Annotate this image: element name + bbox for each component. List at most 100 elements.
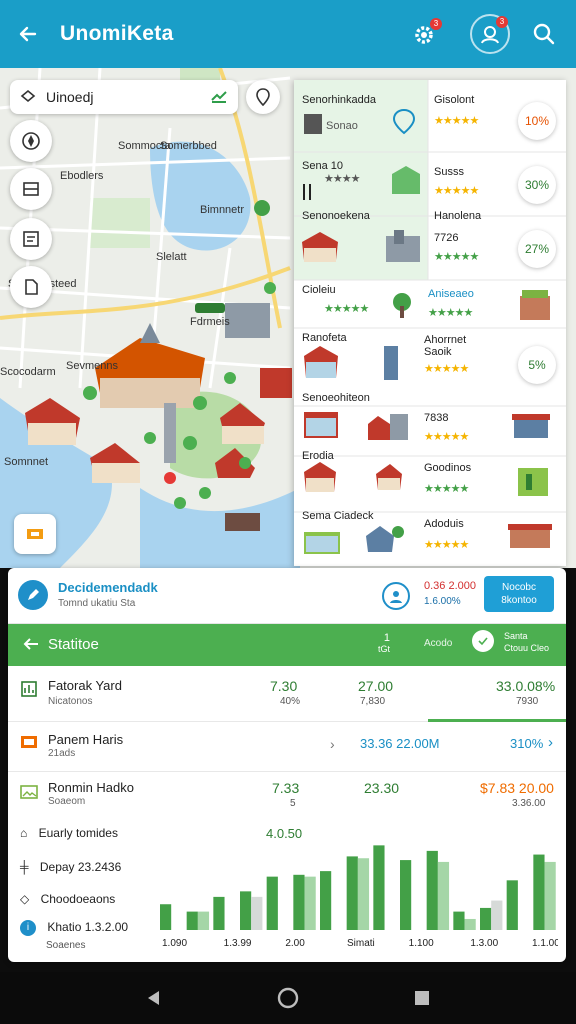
app-bar: UnomiKeta 3 3 — [0, 0, 576, 68]
chart-icon — [20, 680, 38, 698]
bar-chart: 1.090 1.3.99 2.00 Simati 1.100 1.3.00 1.1.00 — [160, 845, 558, 948]
statistics-header: Statitoe 1 tGt Acodo Santa Ctouu Cleo — [8, 624, 566, 666]
stat-row[interactable]: Fatorak Yard Nicatonos 7.30 40% 27.00 7,… — [8, 666, 566, 722]
discount-badge: 30% — [518, 166, 556, 204]
list-item-name: Adoduis — [424, 518, 464, 530]
bottom-item-sub: Soaenes — [46, 940, 86, 951]
stat-value: 23.30 — [364, 780, 400, 796]
list-item-name: 7726 — [434, 232, 459, 244]
map-pin-button[interactable] — [246, 80, 280, 114]
list-item[interactable]: Cioleiu ★★★★★ — [302, 284, 369, 315]
chart-bar — [533, 854, 545, 930]
card-action-line2: 8kontoo — [501, 595, 537, 606]
card-action-button[interactable]: Nocobc 8kontoo — [484, 576, 554, 612]
rating-stars: ★★★★★ — [428, 307, 473, 319]
list-item-name: Goodinos — [424, 462, 472, 474]
stat-value: 27.00 — [358, 678, 394, 694]
map-search-bar[interactable]: Uinoedj — [10, 80, 238, 114]
chart-bar — [373, 845, 385, 930]
stat-row-label: Panem Haris — [48, 732, 124, 747]
list-item-name: 7838 — [424, 412, 449, 424]
chart-bar — [453, 911, 465, 930]
chart-bar — [544, 861, 556, 930]
discount-badge: 10% — [518, 102, 556, 140]
rating-stars: ★★★★★ — [424, 431, 469, 443]
mid-line: tGt — [377, 644, 390, 654]
list-item[interactable]: 7838 ★★★★★ — [424, 412, 469, 443]
list-item[interactable]: Susss ★★★★★ — [434, 166, 479, 197]
bottom-item[interactable]: ⌂ Euarly tomides — [20, 826, 118, 840]
person-icon[interactable] — [382, 582, 410, 610]
info-icon: i — [20, 920, 36, 936]
map-label: Sevmenns — [66, 360, 118, 372]
stat-row[interactable]: Ronmin Hadko Soaeom 7.33 5 23.30 $7.83 2… — [8, 772, 566, 822]
back-arrow-icon[interactable] — [22, 636, 40, 657]
list-item-rating: Sonao — [326, 120, 358, 132]
list-item[interactable]: Senorhinkadda Sonao — [302, 94, 376, 132]
compass-icon[interactable] — [10, 120, 52, 162]
chart-bar — [197, 911, 210, 930]
card-action-line1: Nocobc — [502, 582, 536, 593]
statistics-mid-value: 1 tGt — [362, 632, 390, 654]
nav-home-icon[interactable] — [276, 986, 300, 1010]
list-item-name: Senoeohiteon — [302, 392, 370, 404]
bottom-item[interactable]: ◇ Choodoeaons — [20, 892, 115, 906]
bottom-item-label: Depay 23.2436 — [39, 860, 122, 874]
chart-bar — [240, 891, 252, 930]
list-item-sub: Saoik — [424, 346, 452, 358]
list-item[interactable]: Adoduis ★★★★★ — [424, 518, 469, 551]
list-item[interactable]: Goodinos ★★★★★ — [424, 462, 471, 495]
chart-tick-label: 1.3.99 — [224, 938, 252, 948]
statistics-right-info: Santa Ctouu Cleo — [504, 630, 549, 654]
trend-icon[interactable] — [210, 88, 228, 107]
bottom-item-label: Euarly tomides — [38, 826, 118, 840]
settings-gear-icon[interactable]: 3 — [410, 18, 442, 52]
list-item[interactable]: Aniseaeo ★★★★★ — [428, 288, 474, 319]
list-item[interactable]: Sena 10 ★★★★ — [302, 160, 360, 185]
list-item-name: Aniseaeo — [428, 288, 474, 300]
stat-row[interactable]: Panem Haris 21ads › 33.36 22.00M 310% › — [8, 722, 566, 772]
check-icon[interactable] — [472, 630, 494, 652]
chart-tick-label: 2.00 — [285, 938, 305, 948]
map-layer-toggle-icon[interactable] — [14, 514, 56, 554]
stat-value: 33.0.08% — [496, 678, 556, 694]
back-arrow-icon[interactable] — [14, 20, 42, 48]
card-price: 0.36 2.000 — [424, 580, 476, 592]
chart-bar — [213, 896, 225, 930]
bottom-item-label: Choodoeaons — [40, 892, 116, 906]
nav-recents-icon[interactable] — [410, 986, 434, 1010]
chart-bar — [293, 874, 305, 930]
chevron-right-icon[interactable]: › — [548, 734, 553, 751]
list-item[interactable]: Ahorrnet Saoik ★★★★★ — [424, 334, 469, 375]
bottom-item[interactable]: i Khatio 1.3.2.00 Soaenes — [20, 920, 128, 951]
bottom-item[interactable]: ╪ Depay 23.2436 — [20, 860, 121, 874]
stat-row-label: Ronmin Hadko — [48, 780, 134, 795]
statistics-right-text: Acodo — [424, 638, 453, 649]
place-list-panel[interactable]: Senorhinkadda Sonao Gisolont ★★★★★ 10% S… — [294, 80, 566, 566]
card-subtitle: Tomnd ukatiu Sta — [58, 598, 136, 609]
list-item[interactable]: 7726 ★★★★★ — [434, 232, 479, 263]
stat-value-sub: 5 — [290, 798, 296, 809]
avatar[interactable]: 3 — [470, 14, 510, 54]
edit-icon[interactable] — [18, 580, 48, 610]
stat-value-sub: 7930 — [516, 696, 539, 707]
route-icon — [20, 89, 36, 106]
list-icon[interactable] — [10, 218, 52, 260]
nav-back-icon[interactable] — [142, 986, 166, 1010]
list-item-name: Senonoekena — [302, 210, 370, 222]
chart-tick-label: 1.1.00 — [532, 938, 558, 948]
search-icon[interactable] — [532, 22, 560, 50]
chart-bar — [160, 904, 172, 930]
map-label: Ebodlers — [60, 170, 104, 182]
chevron-right-icon[interactable]: › — [330, 736, 335, 752]
chart-bar — [266, 876, 278, 930]
list-item[interactable]: Gisolont ★★★★★ — [434, 94, 479, 127]
chart-bar — [480, 907, 492, 930]
chart-tick-label: 1.100 — [409, 938, 434, 948]
map-label: Fdrmeis — [190, 316, 230, 328]
chart-tick-label: Simati — [347, 938, 375, 948]
stat-value: 7.33 — [272, 780, 300, 796]
layers-icon[interactable] — [10, 168, 52, 210]
chart-bar — [251, 896, 263, 930]
document-icon[interactable] — [10, 266, 52, 308]
